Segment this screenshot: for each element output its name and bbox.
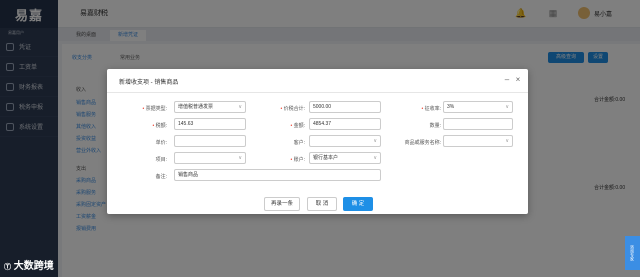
remark-label: 备注: (155, 174, 167, 180)
goods-name-select[interactable]: ∨ (443, 135, 513, 147)
chevron-down-icon: ∨ (238, 155, 242, 161)
qty-input[interactable] (443, 118, 513, 130)
logo-mark-icon: Ⓣ (4, 264, 11, 271)
amount-input[interactable]: 4854.37 (309, 118, 381, 130)
tax-rate-select[interactable]: 3% ∨ (443, 101, 513, 113)
unit-price-label: 单价: (155, 140, 167, 146)
tax-rate-label: • 征收率: (421, 106, 441, 112)
close-icon[interactable]: × (513, 74, 523, 86)
customer-label: 客户: (293, 140, 305, 146)
cancel-button[interactable]: 取 消 (307, 197, 337, 211)
account-select[interactable]: 银行基本户 ∨ (309, 152, 381, 164)
tax-label: • 税额: (152, 123, 167, 129)
project-select[interactable]: ∨ (174, 152, 246, 164)
amount-label: • 金额: (290, 123, 305, 129)
dialog-title: 新增收支项 - 销售商品 (119, 80, 179, 86)
price-total-input[interactable]: 5000.00 (309, 101, 381, 113)
price-total-label: • 价税合计: (280, 106, 305, 112)
watermark: Ⓣ 大数跨境 (4, 261, 54, 272)
consult-expert-tab[interactable]: 咨询专家 (625, 236, 640, 270)
remark-input[interactable]: 销售商品 (174, 169, 381, 181)
minimize-icon[interactable]: – (502, 74, 512, 86)
account-label: • 账户: (290, 157, 305, 163)
chevron-down-icon: ∨ (505, 138, 509, 144)
customer-select[interactable]: ∨ (309, 135, 381, 147)
chevron-down-icon: ∨ (373, 155, 377, 161)
qty-label: 数量: (429, 123, 441, 129)
chevron-down-icon: ∨ (238, 104, 242, 110)
tax-input[interactable]: 145.63 (174, 118, 246, 130)
dialog-header: 新增收支项 - 销售商品 – × (107, 69, 528, 93)
chevron-down-icon: ∨ (373, 138, 377, 144)
project-label: 项目: (155, 157, 167, 163)
unit-price-input[interactable] (174, 135, 246, 147)
invoice-type-select[interactable]: 增值税普通发票 ∨ (174, 101, 246, 113)
add-income-expense-dialog: 新增收支项 - 销售商品 – × • 票据类型: 增值税普通发票 ∨ • 价税合计… (107, 69, 528, 214)
chevron-down-icon: ∨ (505, 104, 509, 110)
invoice-type-label: • 票据类型: (142, 106, 167, 112)
goods-name-label: 商品或服务名称: (404, 140, 441, 146)
save-another-button[interactable]: 再录一条 (264, 197, 300, 211)
ok-button[interactable]: 确 定 (343, 197, 373, 211)
